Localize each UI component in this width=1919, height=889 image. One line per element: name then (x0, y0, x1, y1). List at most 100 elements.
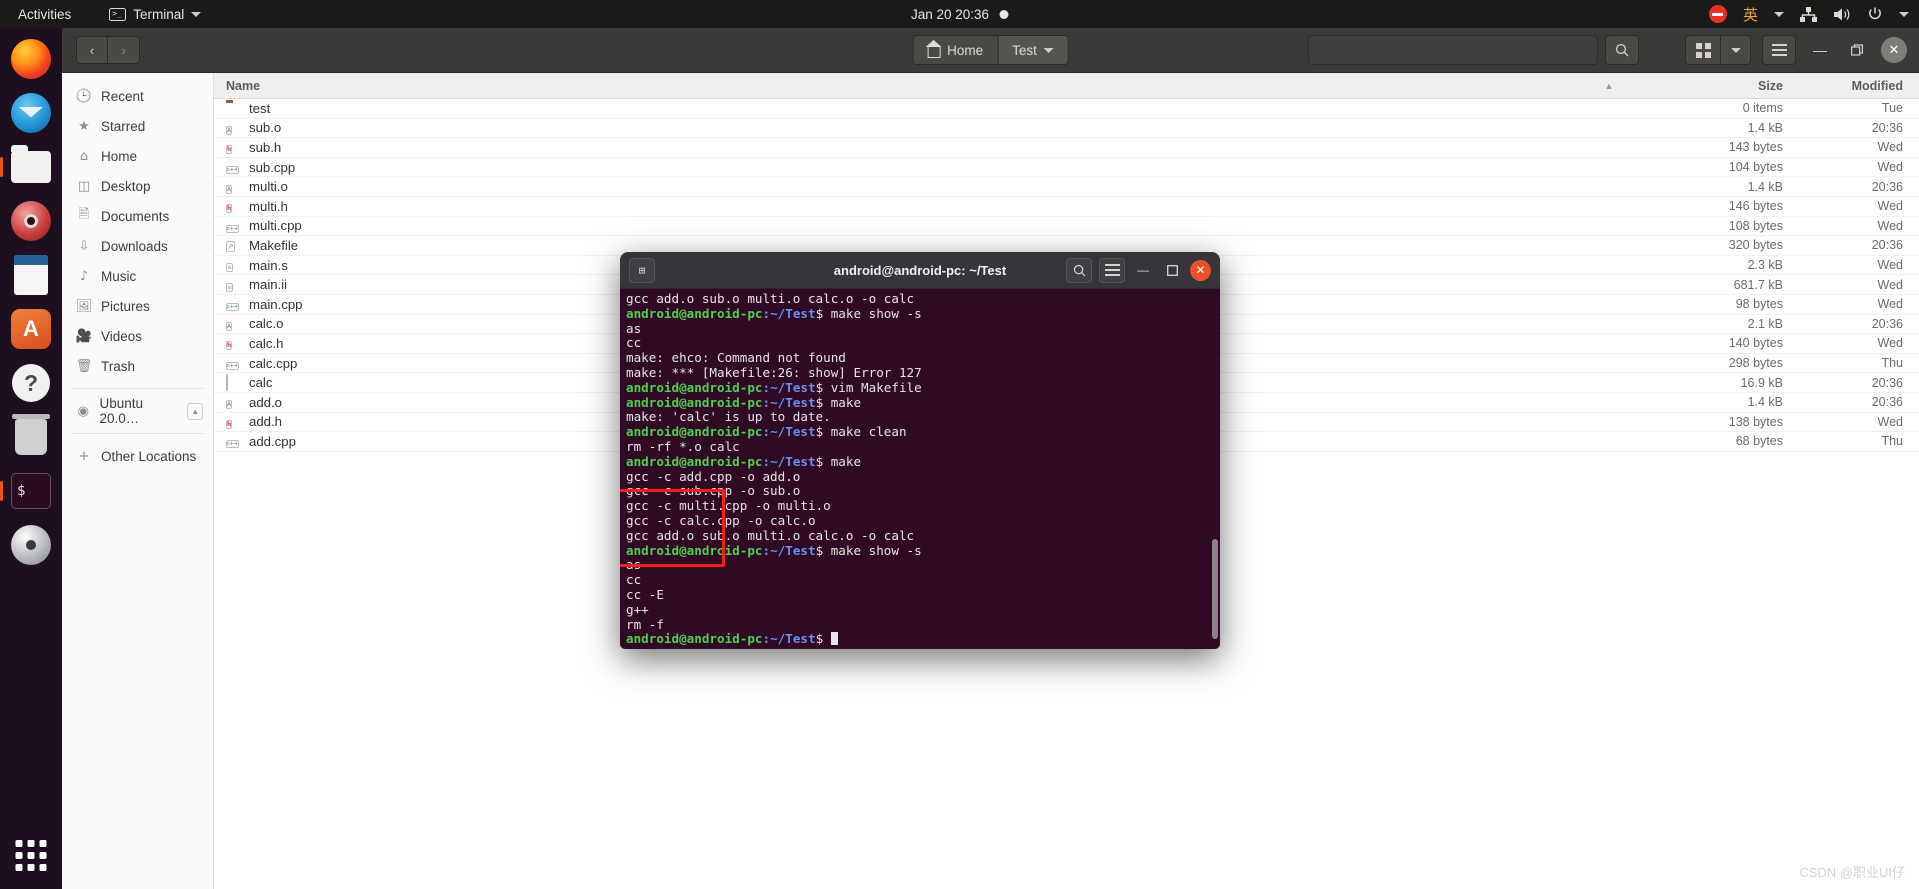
file-name-cell[interactable]: Amulti.o (214, 179, 1589, 195)
terminal-minimize-button[interactable]: — (1132, 258, 1154, 283)
terminal-close-button[interactable]: ✕ (1190, 259, 1211, 281)
file-size-cell: 143 bytes (1728, 140, 1783, 155)
terminal-output-line: as (626, 557, 1212, 573)
terminal-prompt-path: :~/Test (762, 631, 816, 647)
cpp-file-icon: c++ (226, 362, 240, 371)
sidebar-item-recent[interactable]: 🕒 Recent (62, 81, 213, 111)
main-menu-button[interactable] (1762, 35, 1796, 65)
terminal-lines-container: gcc add.o sub.o multi.o calc.o -o calc an… (626, 291, 1212, 647)
sidebar-item-starred[interactable]: ★ Starred (62, 111, 213, 141)
column-header-modified[interactable]: Modified (1799, 79, 1919, 93)
dock-item-thunderbird[interactable] (8, 90, 54, 136)
clock-menu[interactable]: Jan 20 20:36 (911, 7, 1009, 22)
table-row[interactable]: Amulti.o 1.4 kB 20:36 (214, 177, 1919, 197)
dock-item-help[interactable]: ? (8, 360, 54, 406)
terminal-title-bar[interactable]: ⊞ android@android-pc: ~/Test — ✕ (620, 252, 1220, 289)
terminal-output[interactable]: gcc add.o sub.o multi.o calc.o -o calc an… (620, 289, 1220, 649)
terminal-prompt-user: android@android-pc (626, 305, 763, 321)
show-applications-button[interactable] (15, 840, 47, 871)
file-name-label: main.cpp (249, 296, 303, 312)
sidebar-label: Starred (101, 118, 146, 134)
input-method-chevron-down-icon[interactable] (1774, 11, 1784, 17)
sidebar-item-videos[interactable]: 🎥 Videos (62, 321, 213, 351)
column-header-name[interactable]: Name (214, 79, 1589, 93)
table-row[interactable]: h sub.h 143 bytes Wed (214, 138, 1919, 158)
terminal-scrollbar[interactable] (1212, 539, 1218, 639)
terminal-output-line: cc (626, 572, 1212, 588)
file-modified-cell: Wed (1877, 160, 1903, 175)
maximize-button[interactable] (1844, 37, 1870, 63)
system-menu-chevron-down-icon[interactable] (1899, 11, 1909, 17)
breadcrumb-item-home[interactable]: Home (912, 35, 999, 65)
breadcrumb-item-test[interactable]: Test (998, 35, 1069, 65)
minimize-button[interactable]: — (1807, 37, 1833, 63)
sidebar-item-documents[interactable]: 🗎 Documents (62, 201, 213, 231)
terminal-prompt-user: android@android-pc (626, 424, 763, 440)
back-button[interactable]: ‹ (76, 36, 108, 64)
eject-icon[interactable]: ▲ (187, 402, 203, 420)
column-header-size[interactable]: Size (1629, 79, 1799, 93)
terminal-text: cc (626, 572, 642, 588)
chevron-down-icon (1043, 47, 1054, 53)
terminal-command-text: $ vim Makefile (815, 379, 922, 395)
ubuntu-software-icon: A (11, 309, 51, 349)
file-modified-cell: Wed (1877, 199, 1903, 214)
terminal-search-button[interactable] (1066, 257, 1092, 283)
new-tab-icon[interactable]: ⊞ (629, 257, 655, 283)
terminal-maximize-button[interactable] (1161, 258, 1183, 283)
sidebar-item-home[interactable]: ⌂ Home (62, 141, 213, 171)
dock-item-ubuntu-software[interactable]: A (8, 306, 54, 352)
table-row[interactable]: test 0 items Tue (214, 99, 1919, 119)
table-row[interactable]: c++ multi.cpp 108 bytes Wed (214, 217, 1919, 237)
terminal-text: gcc -c sub.cpp -o sub.o (626, 483, 801, 499)
app-menu-terminal[interactable]: >_ Terminal (103, 5, 207, 24)
dock-item-firefox[interactable] (8, 36, 54, 82)
dock-item-files[interactable] (0, 144, 54, 190)
dock-item-dvd[interactable] (8, 522, 54, 568)
terminal-menu-button[interactable] (1099, 257, 1125, 283)
close-button[interactable]: ✕ (1881, 37, 1907, 63)
volume-icon[interactable] (1833, 7, 1851, 22)
file-name-cell[interactable]: c++ multi.cpp (214, 218, 1589, 234)
dock-item-trash[interactable] (8, 414, 54, 460)
table-row[interactable]: Asub.o 1.4 kB 20:36 (214, 119, 1919, 139)
power-icon[interactable] (1867, 6, 1883, 22)
sidebar-item-ubuntu-disc[interactable]: ◉ Ubuntu 20.0… ▲ (62, 396, 213, 426)
dock-item-rhythmbox[interactable] (8, 198, 54, 244)
table-row[interactable]: c++ sub.cpp 104 bytes Wed (214, 158, 1919, 178)
sidebar-label: Downloads (101, 238, 168, 254)
star-icon: ★ (78, 118, 90, 134)
file-name-cell[interactable]: test (214, 100, 1589, 116)
terminal-command-line: android@android-pc:~/Test$ make (626, 454, 1212, 470)
search-button[interactable] (1605, 35, 1639, 65)
sidebar-item-trash[interactable]: 🗑 Trash (62, 351, 213, 381)
sidebar-item-downloads[interactable]: ⇩ Downloads (62, 231, 213, 261)
dock-item-terminal[interactable]: $ (0, 468, 54, 514)
forward-button[interactable]: › (108, 36, 140, 64)
file-name-cell[interactable]: c++ sub.cpp (214, 159, 1589, 175)
cpp-file-icon: c++ (226, 224, 240, 233)
file-modified-cell: Tue (1881, 101, 1903, 116)
path-entry-field[interactable] (1308, 35, 1598, 65)
view-options-dropdown[interactable] (1721, 35, 1751, 65)
terminal-text: as (626, 557, 642, 573)
file-name-cell[interactable]: h sub.h (214, 139, 1589, 155)
sidebar-item-music[interactable]: ♪ Music (62, 261, 213, 291)
file-modified-cell: 20:36 (1871, 316, 1903, 331)
sidebar-item-desktop[interactable]: ◫ Desktop (62, 171, 213, 201)
sidebar-item-other-locations[interactable]: + Other Locations (62, 441, 213, 471)
dock-item-libreoffice-writer[interactable] (8, 252, 54, 298)
grid-view-button[interactable] (1685, 35, 1721, 65)
network-icon[interactable] (1800, 6, 1817, 22)
file-name-cell[interactable]: Asub.o (214, 120, 1589, 136)
input-method-label[interactable]: 英 (1743, 4, 1758, 25)
chevron-down-icon (191, 11, 202, 17)
sidebar-item-pictures[interactable]: 🖼 Pictures (62, 291, 213, 321)
file-name-cell[interactable]: h multi.h (214, 198, 1589, 214)
terminal-text: cc (626, 335, 642, 351)
sidebar-label: Recent (101, 88, 144, 104)
do-not-disturb-icon[interactable] (1708, 5, 1727, 23)
header-file-icon: h (226, 145, 233, 155)
activities-button[interactable]: Activities (12, 5, 77, 24)
table-row[interactable]: h multi.h 146 bytes Wed (214, 197, 1919, 217)
